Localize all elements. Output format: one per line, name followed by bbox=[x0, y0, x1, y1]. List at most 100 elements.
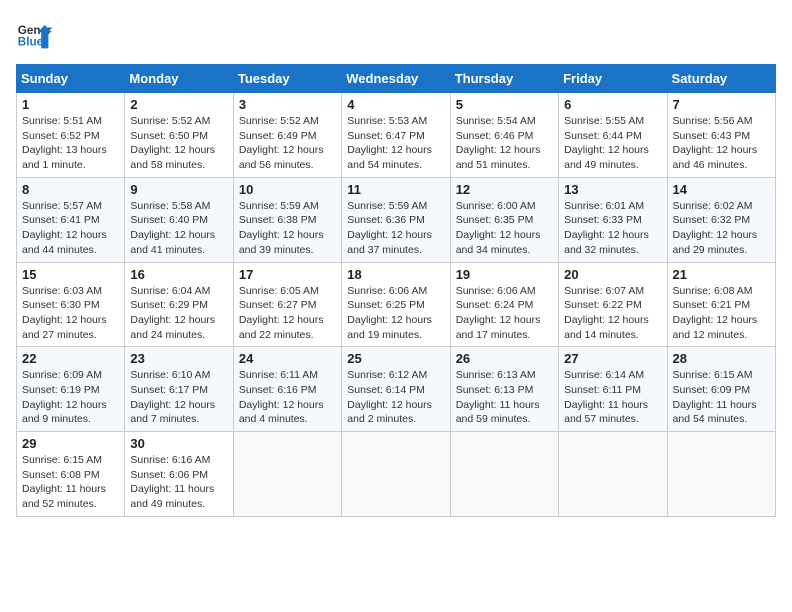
calendar-cell: 30 Sunrise: 6:16 AM Sunset: 6:06 PM Dayli… bbox=[125, 432, 233, 517]
day-number: 28 bbox=[673, 351, 770, 366]
svg-text:Blue: Blue bbox=[18, 36, 44, 49]
day-number: 18 bbox=[347, 267, 444, 282]
weekday-header: Tuesday bbox=[233, 65, 341, 93]
calendar-week-row: 8Sunrise: 5:57 AM Sunset: 6:41 PM Daylig… bbox=[17, 177, 776, 262]
calendar-cell: 12Sunrise: 6:00 AM Sunset: 6:35 PM Dayli… bbox=[450, 177, 558, 262]
day-info: Sunrise: 6:12 AM Sunset: 6:14 PM Dayligh… bbox=[347, 368, 444, 427]
calendar-cell: 23 Sunrise: 6:10 AM Sunset: 6:17 PM Dayli… bbox=[125, 347, 233, 432]
calendar-cell: 10 Sunrise: 5:59 AM Sunset: 6:38 PM Dayli… bbox=[233, 177, 341, 262]
weekday-header: Wednesday bbox=[342, 65, 450, 93]
day-info: Sunrise: 5:51 AM Sunset: 6:52 PM Dayligh… bbox=[22, 114, 119, 173]
day-number: 30 bbox=[130, 436, 227, 451]
day-number: 3 bbox=[239, 97, 336, 112]
day-info: Sunrise: 6:07 AM Sunset: 6:22 PM Dayligh… bbox=[564, 284, 661, 343]
calendar-week-row: 29 Sunrise: 6:15 AM Sunset: 6:08 PM Dayli… bbox=[17, 432, 776, 517]
day-number: 4 bbox=[347, 97, 444, 112]
logo-icon: General Blue bbox=[16, 16, 52, 52]
day-number: 26 bbox=[456, 351, 553, 366]
calendar-cell: 22 Sunrise: 6:09 AM Sunset: 6:19 PM Dayli… bbox=[17, 347, 125, 432]
day-number: 7 bbox=[673, 97, 770, 112]
day-number: 14 bbox=[673, 182, 770, 197]
day-number: 5 bbox=[456, 97, 553, 112]
calendar-week-row: 1Sunrise: 5:51 AM Sunset: 6:52 PM Daylig… bbox=[17, 93, 776, 178]
day-number: 12 bbox=[456, 182, 553, 197]
weekday-header: Monday bbox=[125, 65, 233, 93]
day-number: 17 bbox=[239, 267, 336, 282]
day-number: 29 bbox=[22, 436, 119, 451]
day-info: Sunrise: 6:15 AM Sunset: 6:09 PM Dayligh… bbox=[673, 368, 770, 427]
calendar-cell: 2Sunrise: 5:52 AM Sunset: 6:50 PM Daylig… bbox=[125, 93, 233, 178]
calendar-week-row: 22 Sunrise: 6:09 AM Sunset: 6:19 PM Dayli… bbox=[17, 347, 776, 432]
day-info: Sunrise: 5:52 AM Sunset: 6:49 PM Dayligh… bbox=[239, 114, 336, 173]
calendar-cell: 26 Sunrise: 6:13 AM Sunset: 6:13 PM Dayli… bbox=[450, 347, 558, 432]
day-number: 10 bbox=[239, 182, 336, 197]
day-number: 21 bbox=[673, 267, 770, 282]
calendar-cell bbox=[559, 432, 667, 517]
day-info: Sunrise: 6:04 AM Sunset: 6:29 PM Dayligh… bbox=[130, 284, 227, 343]
day-number: 23 bbox=[130, 351, 227, 366]
day-number: 11 bbox=[347, 182, 444, 197]
calendar-cell: 24 Sunrise: 6:11 AM Sunset: 6:16 PM Dayli… bbox=[233, 347, 341, 432]
calendar-cell: 4 Sunrise: 5:53 AM Sunset: 6:47 PM Daylig… bbox=[342, 93, 450, 178]
logo: General Blue bbox=[16, 16, 52, 52]
calendar-cell: 3 Sunrise: 5:52 AM Sunset: 6:49 PM Daylig… bbox=[233, 93, 341, 178]
day-info: Sunrise: 5:53 AM Sunset: 6:47 PM Dayligh… bbox=[347, 114, 444, 173]
day-info: Sunrise: 6:06 AM Sunset: 6:24 PM Dayligh… bbox=[456, 284, 553, 343]
day-info: Sunrise: 6:11 AM Sunset: 6:16 PM Dayligh… bbox=[239, 368, 336, 427]
calendar-cell: 9Sunrise: 5:58 AM Sunset: 6:40 PM Daylig… bbox=[125, 177, 233, 262]
weekday-header: Sunday bbox=[17, 65, 125, 93]
calendar-cell: 21 Sunrise: 6:08 AM Sunset: 6:21 PM Dayli… bbox=[667, 262, 775, 347]
day-info: Sunrise: 5:56 AM Sunset: 6:43 PM Dayligh… bbox=[673, 114, 770, 173]
calendar-cell: 7 Sunrise: 5:56 AM Sunset: 6:43 PM Daylig… bbox=[667, 93, 775, 178]
day-number: 25 bbox=[347, 351, 444, 366]
day-info: Sunrise: 6:01 AM Sunset: 6:33 PM Dayligh… bbox=[564, 199, 661, 258]
calendar-cell: 28 Sunrise: 6:15 AM Sunset: 6:09 PM Dayli… bbox=[667, 347, 775, 432]
day-number: 22 bbox=[22, 351, 119, 366]
day-info: Sunrise: 6:16 AM Sunset: 6:06 PM Dayligh… bbox=[130, 453, 227, 512]
day-info: Sunrise: 6:02 AM Sunset: 6:32 PM Dayligh… bbox=[673, 199, 770, 258]
calendar-cell: 1Sunrise: 5:51 AM Sunset: 6:52 PM Daylig… bbox=[17, 93, 125, 178]
calendar-cell: 18 Sunrise: 6:06 AM Sunset: 6:25 PM Dayli… bbox=[342, 262, 450, 347]
day-number: 2 bbox=[130, 97, 227, 112]
day-info: Sunrise: 5:54 AM Sunset: 6:46 PM Dayligh… bbox=[456, 114, 553, 173]
day-info: Sunrise: 5:55 AM Sunset: 6:44 PM Dayligh… bbox=[564, 114, 661, 173]
calendar-cell: 29 Sunrise: 6:15 AM Sunset: 6:08 PM Dayli… bbox=[17, 432, 125, 517]
day-number: 6 bbox=[564, 97, 661, 112]
page-header: General Blue bbox=[16, 16, 776, 52]
calendar-cell bbox=[450, 432, 558, 517]
calendar-cell: 14 Sunrise: 6:02 AM Sunset: 6:32 PM Dayli… bbox=[667, 177, 775, 262]
day-info: Sunrise: 5:59 AM Sunset: 6:36 PM Dayligh… bbox=[347, 199, 444, 258]
calendar-cell: 13 Sunrise: 6:01 AM Sunset: 6:33 PM Dayli… bbox=[559, 177, 667, 262]
day-number: 24 bbox=[239, 351, 336, 366]
calendar-cell: 27 Sunrise: 6:14 AM Sunset: 6:11 PM Dayli… bbox=[559, 347, 667, 432]
day-info: Sunrise: 6:10 AM Sunset: 6:17 PM Dayligh… bbox=[130, 368, 227, 427]
day-info: Sunrise: 6:15 AM Sunset: 6:08 PM Dayligh… bbox=[22, 453, 119, 512]
calendar-cell: 8Sunrise: 5:57 AM Sunset: 6:41 PM Daylig… bbox=[17, 177, 125, 262]
day-number: 20 bbox=[564, 267, 661, 282]
weekday-header: Friday bbox=[559, 65, 667, 93]
day-info: Sunrise: 6:14 AM Sunset: 6:11 PM Dayligh… bbox=[564, 368, 661, 427]
calendar-cell: 11 Sunrise: 5:59 AM Sunset: 6:36 PM Dayli… bbox=[342, 177, 450, 262]
day-number: 13 bbox=[564, 182, 661, 197]
calendar-cell: 15 Sunrise: 6:03 AM Sunset: 6:30 PM Dayli… bbox=[17, 262, 125, 347]
day-info: Sunrise: 5:59 AM Sunset: 6:38 PM Dayligh… bbox=[239, 199, 336, 258]
weekday-header-row: SundayMondayTuesdayWednesdayThursdayFrid… bbox=[17, 65, 776, 93]
calendar-cell: 17Sunrise: 6:05 AM Sunset: 6:27 PM Dayli… bbox=[233, 262, 341, 347]
day-number: 27 bbox=[564, 351, 661, 366]
calendar-cell: 6 Sunrise: 5:55 AM Sunset: 6:44 PM Daylig… bbox=[559, 93, 667, 178]
day-number: 15 bbox=[22, 267, 119, 282]
day-info: Sunrise: 6:06 AM Sunset: 6:25 PM Dayligh… bbox=[347, 284, 444, 343]
day-info: Sunrise: 6:09 AM Sunset: 6:19 PM Dayligh… bbox=[22, 368, 119, 427]
weekday-header: Saturday bbox=[667, 65, 775, 93]
calendar-table: SundayMondayTuesdayWednesdayThursdayFrid… bbox=[16, 64, 776, 517]
day-number: 9 bbox=[130, 182, 227, 197]
calendar-cell: 25 Sunrise: 6:12 AM Sunset: 6:14 PM Dayli… bbox=[342, 347, 450, 432]
day-info: Sunrise: 6:08 AM Sunset: 6:21 PM Dayligh… bbox=[673, 284, 770, 343]
day-number: 8 bbox=[22, 182, 119, 197]
day-info: Sunrise: 6:13 AM Sunset: 6:13 PM Dayligh… bbox=[456, 368, 553, 427]
day-number: 19 bbox=[456, 267, 553, 282]
calendar-week-row: 15 Sunrise: 6:03 AM Sunset: 6:30 PM Dayli… bbox=[17, 262, 776, 347]
calendar-cell: 19 Sunrise: 6:06 AM Sunset: 6:24 PM Dayli… bbox=[450, 262, 558, 347]
calendar-cell bbox=[667, 432, 775, 517]
day-info: Sunrise: 6:03 AM Sunset: 6:30 PM Dayligh… bbox=[22, 284, 119, 343]
